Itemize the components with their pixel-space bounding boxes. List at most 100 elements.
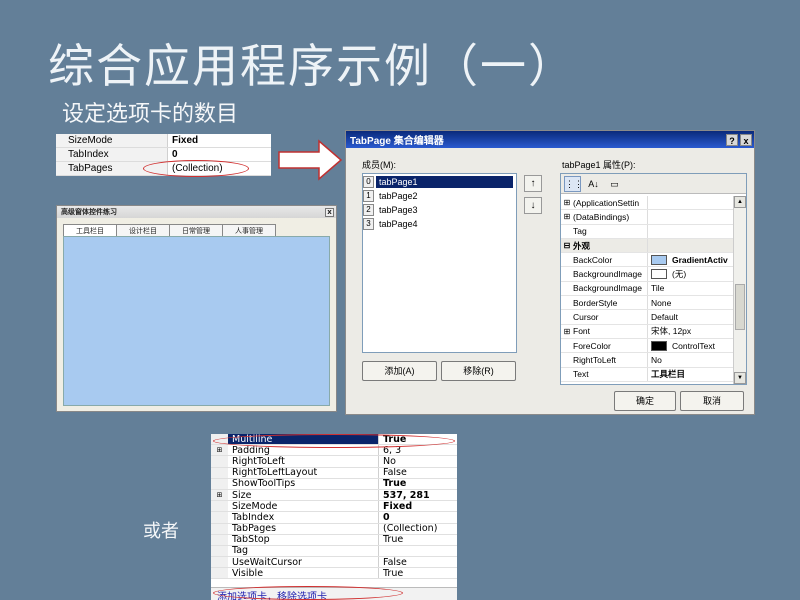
property-value[interactable]: Default <box>648 312 734 322</box>
cancel-button[interactable]: 取消 <box>680 391 744 411</box>
close-button[interactable]: x <box>740 133 752 146</box>
property-value[interactable]: True <box>379 479 457 489</box>
property-value[interactable]: True <box>379 568 457 578</box>
property-row[interactable]: ⊞ Padding 6, 3 <box>211 445 457 457</box>
member-index: 1 <box>363 189 374 202</box>
scroll-down-icon[interactable]: ▼ <box>734 372 746 384</box>
expand-icon[interactable]: ⊞ <box>561 198 573 207</box>
property-value[interactable]: 537, 281 <box>379 490 457 500</box>
member-item[interactable]: 1 tabPage2 <box>363 189 516 202</box>
property-row[interactable]: Multiline True <box>211 434 457 446</box>
property-value-text: GradientActiv <box>672 254 728 265</box>
property-row[interactable]: UseWaitCursor False <box>211 557 457 569</box>
property-value[interactable]: True <box>379 535 457 545</box>
property-row[interactable]: SizeMode Fixed <box>56 134 271 148</box>
property-value-text: Tile <box>651 283 665 294</box>
property-value[interactable]: Fixed <box>379 501 457 511</box>
property-value[interactable]: Tile <box>648 283 734 293</box>
property-value[interactable]: 工具栏目 <box>648 368 734 380</box>
property-value[interactable]: 宋体, 12px <box>648 325 734 337</box>
property-name: SizeMode <box>56 134 168 147</box>
property-row[interactable]: Cursor Default <box>561 310 734 325</box>
properties-scrollbar[interactable]: ▲ ▼ <box>733 196 746 384</box>
expand-icon[interactable]: ⊟ <box>561 241 573 250</box>
property-category[interactable]: ⊟ 外观 <box>561 238 734 254</box>
property-row[interactable]: TabPages (Collection) <box>56 162 271 176</box>
property-row[interactable]: TabIndex 0 <box>56 148 271 162</box>
property-value[interactable]: Fixed <box>168 134 271 147</box>
property-row[interactable]: TabPages (Collection) <box>211 523 457 535</box>
expand-icon[interactable]: ⊞ <box>211 489 228 501</box>
alphabetical-icon[interactable]: A↓ <box>585 176 602 192</box>
expand-spacer <box>211 545 228 557</box>
property-row[interactable]: Text 工具栏目 <box>561 367 734 382</box>
add-button[interactable]: 添加(A) <box>362 361 437 381</box>
property-row[interactable]: RightToLeft No <box>211 456 457 468</box>
property-value[interactable]: GradientActiv <box>648 254 734 265</box>
property-row[interactable]: TabIndex 0 <box>211 512 457 524</box>
expand-spacer <box>211 501 228 512</box>
property-row[interactable]: Tag <box>561 224 734 239</box>
property-row[interactable]: ⊞ (ApplicationSettin <box>561 196 734 211</box>
property-grid-large: Multiline True ⊞ Padding 6, 3 RightToLeft No Ri… <box>211 434 457 600</box>
property-row[interactable]: BackgroundImage Tile <box>561 281 734 297</box>
property-value[interactable]: 6, 3 <box>379 445 457 455</box>
property-row[interactable]: BackColor GradientActiv <box>561 253 734 268</box>
property-row[interactable]: ShowToolTips True <box>211 478 457 490</box>
property-row[interactable]: BorderStyle None <box>561 296 734 311</box>
ok-button[interactable]: 确定 <box>614 391 676 411</box>
property-value[interactable]: No <box>379 456 457 466</box>
property-name: Text <box>573 367 648 381</box>
property-row[interactable]: TabStop True <box>211 534 457 546</box>
property-row[interactable]: ⊞ (DataBindings) <box>561 210 734 225</box>
property-name: Font <box>573 324 648 338</box>
property-value[interactable]: None <box>648 298 734 308</box>
property-row[interactable]: Tag <box>211 545 457 558</box>
property-row[interactable]: ⊞ Size 537, 281 <box>211 489 457 502</box>
move-up-button[interactable]: ↑ <box>524 175 542 192</box>
property-value[interactable]: (Collection) <box>379 524 457 534</box>
property-value-text: No <box>651 354 662 365</box>
property-row[interactable]: ForeColor ControlText <box>561 338 734 354</box>
member-index: 2 <box>363 203 374 216</box>
property-pages-icon[interactable]: ▭ <box>606 176 623 192</box>
property-value[interactable] <box>379 546 457 556</box>
categorized-icon[interactable]: ⋮⋮ <box>564 175 583 192</box>
member-item[interactable]: 3 tabPage4 <box>363 217 516 230</box>
scroll-up-icon[interactable]: ▲ <box>734 196 746 208</box>
property-value-text: 工具栏目 <box>651 369 686 380</box>
expand-icon[interactable]: ⊞ <box>561 327 573 336</box>
help-button[interactable]: ? <box>726 133 738 146</box>
expand-icon[interactable]: ⊞ <box>561 212 573 221</box>
expand-spacer <box>211 523 228 534</box>
member-name: tabPage2 <box>379 190 418 201</box>
property-value[interactable]: No <box>648 355 734 365</box>
scroll-thumb[interactable] <box>735 284 745 330</box>
property-value[interactable]: (Collection) <box>168 162 271 175</box>
property-row[interactable]: Visible True <box>211 568 457 580</box>
property-value[interactable]: False <box>379 468 457 478</box>
form-preview-title: 高级窗体控件练习 <box>61 208 117 216</box>
property-value[interactable]: False <box>379 557 457 567</box>
property-value[interactable]: (无) <box>648 268 734 280</box>
property-row[interactable]: RightToLeftLayout False <box>211 467 457 479</box>
property-row[interactable]: ⊞ Font 宋体, 12px <box>561 324 734 339</box>
property-row[interactable]: RightToLeft No <box>561 353 734 368</box>
properties-toolbar: ⋮⋮ A↓ ▭ <box>561 174 746 194</box>
property-value[interactable]: ControlText <box>648 340 734 351</box>
close-icon[interactable]: x <box>325 207 334 217</box>
property-value[interactable]: 0 <box>168 148 271 161</box>
add-remove-tab-link[interactable]: 添加选项卡，移除选项卡 <box>211 587 457 600</box>
members-list[interactable]: 0 tabPage1 1 tabPage2 2 tabPage3 3 tabPage4 <box>362 173 517 353</box>
member-item[interactable]: 2 tabPage3 <box>363 203 516 216</box>
remove-button[interactable]: 移除(R) <box>441 361 516 381</box>
move-down-button[interactable]: ↓ <box>524 197 542 214</box>
property-name: BackgroundImage <box>573 267 648 281</box>
expand-spacer <box>211 512 228 523</box>
member-item[interactable]: 0 tabPage1 <box>363 175 516 188</box>
property-row[interactable]: BackgroundImage (无) <box>561 267 734 282</box>
property-row[interactable]: SizeMode Fixed <box>211 501 457 513</box>
property-value[interactable]: 0 <box>379 512 457 522</box>
expand-icon[interactable]: ⊞ <box>211 445 228 456</box>
property-value[interactable]: True <box>379 434 457 444</box>
